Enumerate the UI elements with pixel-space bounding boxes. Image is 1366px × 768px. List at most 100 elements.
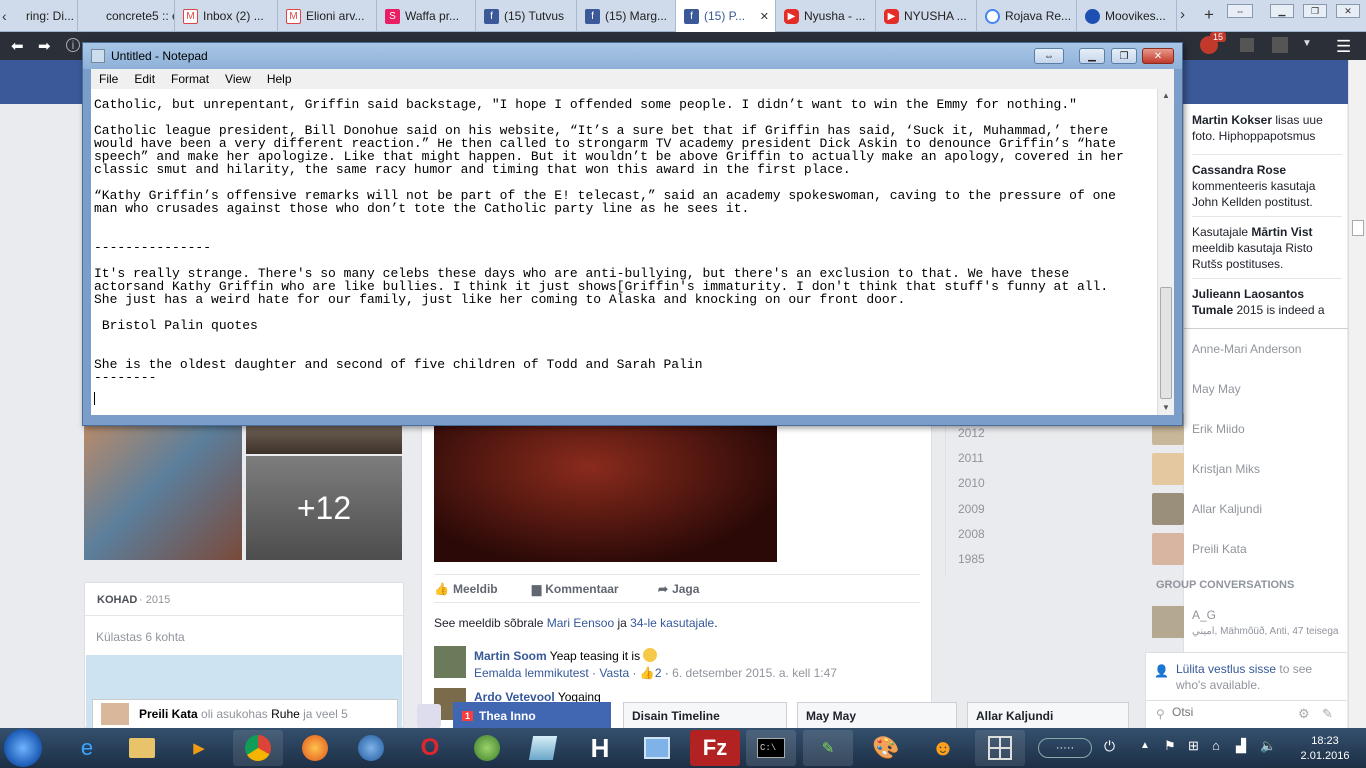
photo-more-count[interactable]: +12 (246, 456, 402, 560)
friend-item[interactable]: Anne-Mari Anderson (1192, 336, 1301, 362)
browser-tab[interactable]: S Waffa pr... (377, 0, 476, 32)
scrollbar-thumb[interactable] (1160, 287, 1172, 399)
ticker-item[interactable]: Julieann Laosantos Tumale 2015 is indeed… (1192, 286, 1342, 320)
messenger-icon[interactable]: ☻ (918, 730, 968, 766)
extension2-icon[interactable] (1272, 37, 1288, 53)
filezilla-icon[interactable]: Fz (690, 730, 740, 766)
internet-explorer-icon[interactable]: e (62, 730, 112, 766)
group-name[interactable]: A_G (1192, 608, 1216, 622)
volume-icon[interactable]: 🔈 (1260, 738, 1276, 754)
ticker-item[interactable]: Kasutajale Mārtin Vist meeldib kasutaja … (1192, 224, 1342, 272)
browser-tab[interactable]: ▶ NYUSHA ... (876, 0, 977, 32)
comment-author[interactable]: Martin Soom (474, 649, 547, 663)
scroll-down-icon[interactable]: ▼ (1162, 403, 1170, 412)
command-prompt-icon[interactable]: C:\ (746, 730, 796, 766)
network-icon[interactable]: ⌂ (1212, 738, 1220, 753)
signal-icon[interactable]: ▟ (1236, 738, 1246, 754)
scrollbar-thumb[interactable] (1352, 220, 1364, 236)
tray-expand-icon[interactable]: ▲ (1140, 740, 1150, 751)
post-photo[interactable] (434, 426, 777, 562)
year-link[interactable]: 2009 (958, 502, 985, 516)
thunderbird-icon[interactable] (346, 730, 396, 766)
browser-tab[interactable]: Moovikes... (1077, 0, 1177, 32)
year-link[interactable]: 2012 (958, 426, 985, 440)
windows-app-icon[interactable] (975, 730, 1025, 766)
chat-tab[interactable]: 1 Thea Inno (453, 702, 611, 728)
chat-search-input[interactable] (1172, 705, 1292, 719)
pocket-icon[interactable] (1240, 38, 1254, 52)
flag-icon[interactable]: ⚑ (1164, 738, 1176, 754)
friend-item[interactable]: Preili Kata (1152, 533, 1247, 565)
globe-icon[interactable] (417, 704, 441, 728)
tab-scroll-right-icon[interactable]: › (1180, 6, 1185, 23)
windows-tray-icon[interactable]: ⊞ (1188, 738, 1199, 754)
firefox-icon[interactable] (290, 730, 340, 766)
minimize-icon[interactable]: ▁ (1079, 48, 1105, 64)
place-post[interactable]: Preili Kata oli asukohas Ruhe ja veel 5 (92, 699, 398, 729)
tab-scroll-left-icon[interactable]: ‹ (2, 8, 7, 24)
forward-icon[interactable]: ➡ (38, 37, 51, 55)
language-indicator-icon[interactable]: ····· (1038, 738, 1092, 758)
minimize-icon[interactable]: ▁ (1270, 4, 1294, 18)
year-link[interactable]: 1985 (958, 552, 985, 566)
h-app-icon[interactable]: H (575, 730, 625, 766)
comment-time[interactable]: 6. detsember 2015. a. kell 1:47 (672, 666, 837, 680)
browser-tab[interactable]: f (15) P... ✕ (676, 0, 776, 32)
close-icon[interactable]: ✕ (1142, 48, 1174, 64)
share-button[interactable]: ➦ Jaga (658, 582, 699, 596)
notepad-text-area[interactable]: Catholic, but unrepentant, Griffin said … (91, 89, 1157, 415)
power-icon[interactable]: ⏻ (1104, 738, 1115, 755)
comment-button[interactable]: ▆ Kommentaar (532, 582, 619, 596)
menu-edit[interactable]: Edit (126, 72, 163, 86)
likes-count-link[interactable]: 34-le kasutajale (630, 616, 714, 630)
menu-help[interactable]: Help (259, 72, 300, 86)
browser-tab[interactable]: f (15) Tutvus (476, 0, 577, 32)
globe-app-icon[interactable] (462, 730, 512, 766)
compose-icon[interactable]: ✎ (1322, 706, 1333, 722)
year-link[interactable]: 2011 (958, 451, 984, 465)
page-scrollbar[interactable] (1348, 60, 1366, 728)
chat-tab[interactable]: Disain Timeline (623, 702, 787, 728)
ticker-item[interactable]: Cassandra Rose kommenteeris kasutaja Joh… (1192, 162, 1342, 210)
control-panel-icon[interactable] (632, 730, 682, 766)
browser-tab[interactable]: concrete5 :: e... (78, 0, 175, 32)
enable-chat-link[interactable]: Lülita vestlus sisse (1176, 662, 1276, 676)
likes-friend-link[interactable]: Mari Eensoo (547, 616, 614, 630)
menu-view[interactable]: View (217, 72, 259, 86)
close-tab-icon[interactable]: ✕ (760, 10, 769, 23)
opera-icon[interactable]: O (405, 730, 455, 766)
year-link[interactable]: 2010 (958, 476, 985, 490)
browser-tab[interactable]: M Inbox (2) ... (175, 0, 278, 32)
browser-tab[interactable]: ring: Di... (18, 0, 78, 32)
notepad-scrollbar[interactable]: ▲ ▼ (1157, 89, 1174, 415)
scroll-up-icon[interactable]: ▲ (1162, 91, 1170, 100)
year-link[interactable]: 2008 (958, 527, 985, 541)
dropdown-icon[interactable]: ▼ (1302, 38, 1312, 49)
browser-tab[interactable]: f (15) Marg... (577, 0, 676, 32)
remove-favorite-link[interactable]: Eemalda lemmikutest (474, 666, 589, 680)
avatar[interactable] (434, 646, 466, 678)
friend-item[interactable]: Kristjan Miks (1152, 453, 1260, 485)
comment-like-count[interactable]: 2 (655, 666, 662, 680)
app-icon[interactable] (518, 730, 568, 766)
paint-icon[interactable]: 🎨 (861, 730, 911, 766)
menu-format[interactable]: Format (163, 72, 217, 86)
photo-thumbnail[interactable] (246, 426, 402, 454)
reply-link[interactable]: Vasta (599, 666, 629, 680)
chat-tab[interactable]: Allar Kaljundi (967, 702, 1129, 728)
file-explorer-icon[interactable] (117, 730, 167, 766)
back-icon[interactable]: ⬅ (11, 37, 24, 55)
new-tab-icon[interactable]: + (1204, 5, 1214, 25)
menu-icon[interactable]: ☰ (1336, 37, 1351, 57)
notepad-plus-icon[interactable]: ✎ (803, 730, 853, 766)
info-icon[interactable]: i (66, 38, 80, 52)
gear-icon[interactable]: ⚙ (1298, 706, 1310, 722)
photo-thumbnail[interactable] (84, 426, 242, 560)
clock[interactable]: 18:23 2.01.2016 (1290, 734, 1360, 764)
ticker-item[interactable]: Martin Kokser lisas uue foto. Hiphoppapo… (1192, 112, 1342, 144)
friend-item[interactable]: Allar Kaljundi (1152, 493, 1262, 525)
friend-item[interactable]: May May (1192, 376, 1241, 402)
like-button[interactable]: 👍 Meeldib (434, 582, 498, 596)
notepad-title-bar[interactable]: Untitled - Notepad (83, 43, 1182, 69)
chat-tab[interactable]: May May (797, 702, 957, 728)
